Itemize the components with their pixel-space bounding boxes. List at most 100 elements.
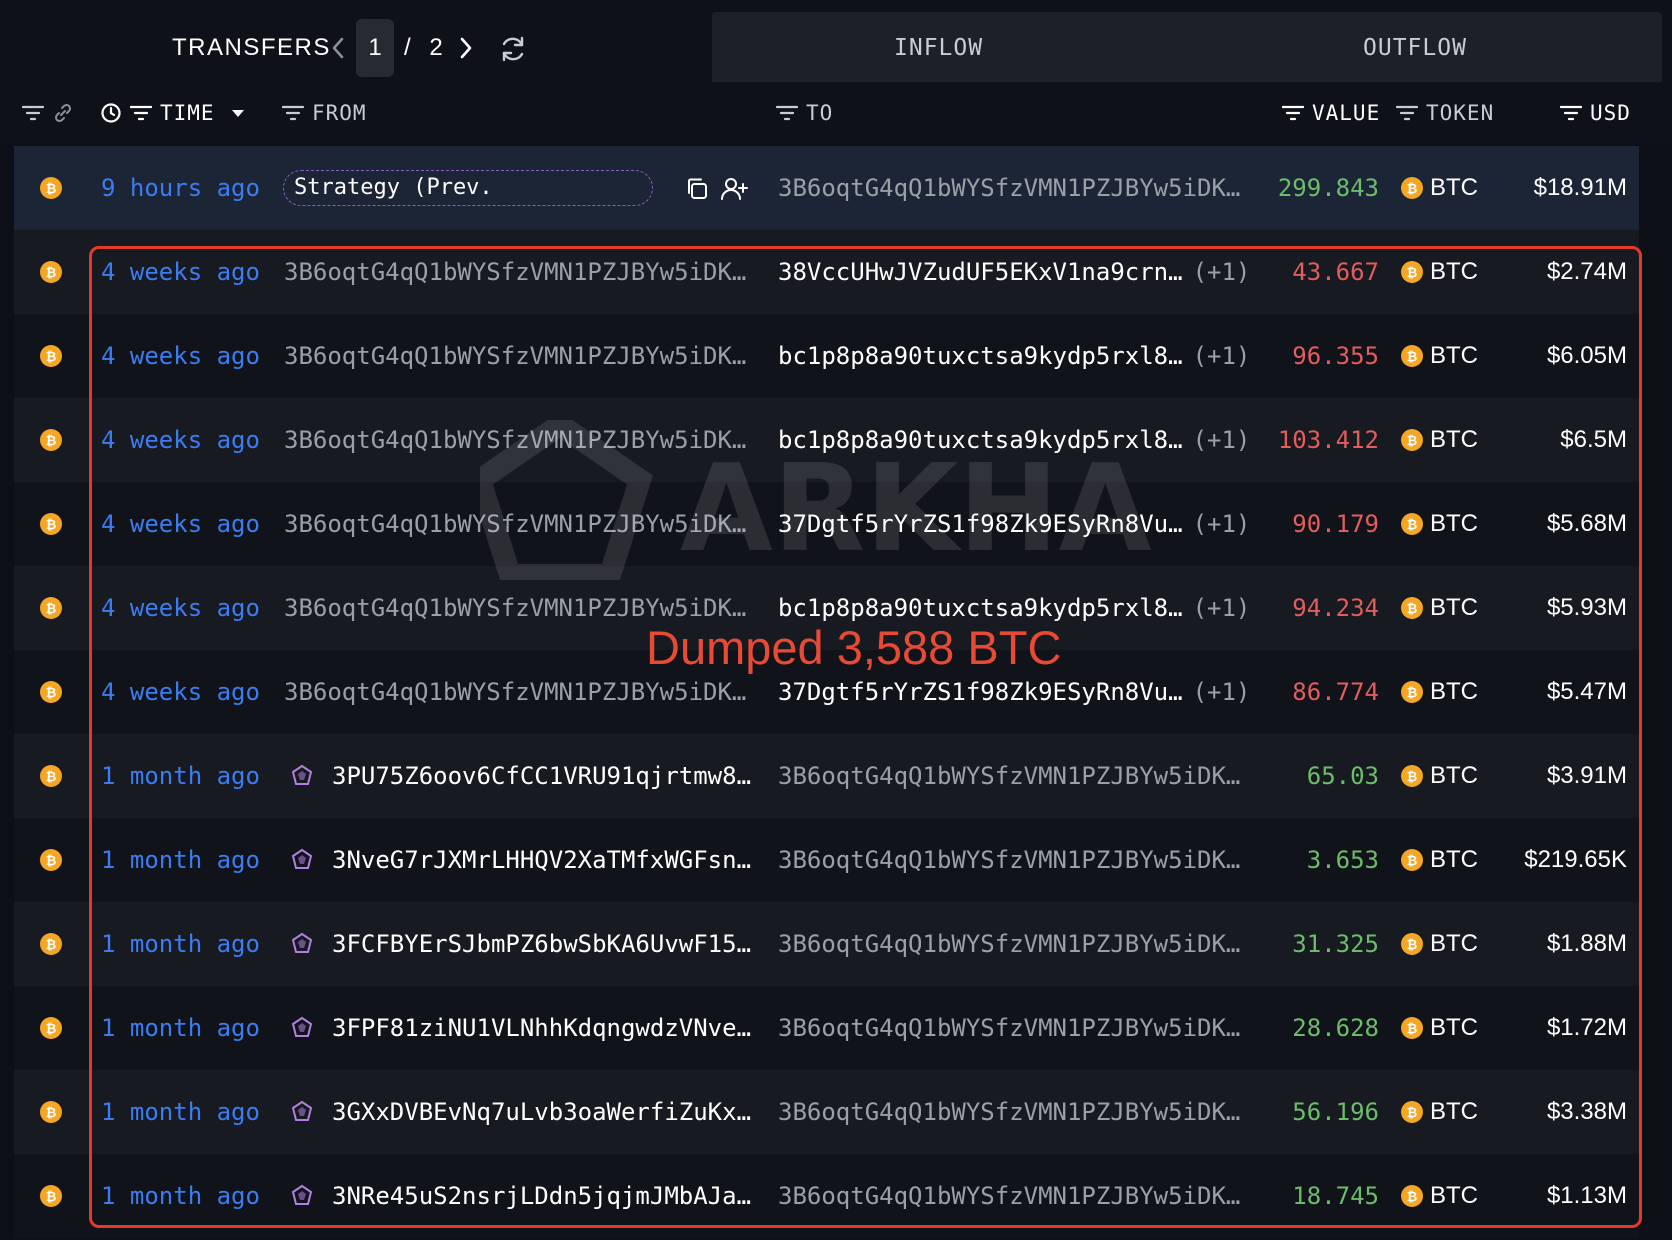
to-address[interactable]: 3B6oqtG4qQ1bWYSfzVMN1PZJBYw5iDK…: [778, 986, 1240, 1070]
header-token[interactable]: TOKEN: [1396, 98, 1494, 128]
from-address[interactable]: 3PU75Z6oov6CfCC1VRU91qjrtmw8…: [332, 734, 751, 818]
tab-outflow[interactable]: OUTFLOW: [1363, 30, 1467, 66]
header-usd[interactable]: USD: [1560, 98, 1631, 128]
filter-icon[interactable]: [130, 105, 152, 121]
to-address[interactable]: 3B6oqtG4qQ1bWYSfzVMN1PZJBYw5iDK…: [778, 902, 1240, 986]
to-extra-count[interactable]: (+1): [1193, 594, 1251, 622]
from-address[interactable]: 3B6oqtG4qQ1bWYSfzVMN1PZJBYw5iDK…: [284, 230, 746, 314]
table-row[interactable]: ₿ 4 weeks ago 3B6oqtG4qQ1bWYSfzVMN1PZJBYw5…: [14, 398, 1639, 482]
to-address[interactable]: 3B6oqtG4qQ1bWYSfzVMN1PZJBYw5iDK…: [778, 818, 1240, 902]
row-time[interactable]: 4 weeks ago: [101, 230, 260, 314]
to-extra-count[interactable]: (+1): [1193, 342, 1251, 370]
usd-value: $5.93M: [1546, 594, 1627, 621]
row-time[interactable]: 4 weeks ago: [101, 314, 260, 398]
filter-icon[interactable]: [1282, 105, 1304, 121]
to-address[interactable]: 3B6oqtG4qQ1bWYSfzVMN1PZJBYw5iDK…: [778, 1070, 1240, 1154]
to-extra-count[interactable]: (+1): [1193, 258, 1251, 286]
row-time[interactable]: 9 hours ago: [101, 146, 260, 230]
table-row[interactable]: ₿ 4 weeks ago 3B6oqtG4qQ1bWYSfzVMN1PZJBYw5…: [14, 482, 1639, 566]
table-row[interactable]: ₿ 4 weeks ago 3B6oqtG4qQ1bWYSfzVMN1PZJBYw5…: [14, 230, 1639, 314]
to-extra-count[interactable]: (+1): [1193, 678, 1251, 706]
current-page: 1: [368, 34, 382, 61]
table-row[interactable]: ₿ 1 month ago 3FPF81ziNU1VLNhhKdqngwdzVNve…: [14, 986, 1639, 1070]
tab-transfers[interactable]: TRANSFERS: [172, 30, 331, 66]
token-symbol[interactable]: BTC: [1430, 230, 1478, 314]
from-address[interactable]: 3B6oqtG4qQ1bWYSfzVMN1PZJBYw5iDK…: [284, 482, 746, 566]
tab-inflow[interactable]: INFLOW: [894, 30, 983, 66]
from-address[interactable]: 3B6oqtG4qQ1bWYSfzVMN1PZJBYw5iDK…: [284, 314, 746, 398]
row-time[interactable]: 4 weeks ago: [101, 398, 260, 482]
from-address[interactable]: 3NRe45uS2nsrjLDdn5jqjmJMbAJa…: [332, 1154, 751, 1238]
add-user-icon[interactable]: [720, 176, 748, 202]
token-symbol[interactable]: BTC: [1430, 482, 1478, 566]
chevron-left-icon[interactable]: [328, 32, 348, 64]
token-symbol[interactable]: BTC: [1430, 314, 1478, 398]
from-address[interactable]: 3B6oqtG4qQ1bWYSfzVMN1PZJBYw5iDK…: [284, 398, 746, 482]
transfer-value: 18.745: [1292, 1182, 1379, 1210]
from-address[interactable]: 3GXxDVBEvNq7uLvb3oaWerfiZuKx…: [332, 1070, 751, 1154]
header-time-label: TIME: [160, 101, 215, 125]
row-time[interactable]: 1 month ago: [101, 1154, 260, 1238]
to-address[interactable]: 37Dgtf5rYrZS1f98Zk9ESyRn8Vu…: [778, 510, 1183, 538]
btc-token-icon: ₿: [1401, 1017, 1423, 1039]
from-address[interactable]: 3NveG7rJXMrLHHQV2XaTMfxWGFsn…: [332, 818, 751, 902]
link-icon[interactable]: [52, 102, 74, 124]
token-symbol[interactable]: BTC: [1430, 818, 1478, 902]
table-row[interactable]: ₿ 9 hours ago Strategy (Prev. MicroStrateg…: [14, 146, 1639, 230]
from-entity-tag[interactable]: Strategy (Prev. MicroStrategy: [283, 170, 653, 206]
token-symbol[interactable]: BTC: [1430, 986, 1478, 1070]
refresh-icon[interactable]: [498, 34, 528, 64]
row-time[interactable]: 1 month ago: [101, 902, 260, 986]
table-row[interactable]: ₿ 4 weeks ago 3B6oqtG4qQ1bWYSfzVMN1PZJBYw5…: [14, 314, 1639, 398]
copy-icon[interactable]: [684, 176, 710, 202]
row-time[interactable]: 1 month ago: [101, 818, 260, 902]
row-time[interactable]: 1 month ago: [101, 986, 260, 1070]
btc-token-icon: ₿: [1401, 261, 1423, 283]
table-row[interactable]: ₿ 1 month ago 3NRe45uS2nsrjLDdn5jqjmJMbAJa…: [14, 1154, 1639, 1238]
filter-icon[interactable]: [1396, 105, 1418, 121]
filter-icon[interactable]: [776, 105, 798, 121]
to-address[interactable]: 3B6oqtG4qQ1bWYSfzVMN1PZJBYw5iDK…: [778, 734, 1240, 818]
token-symbol[interactable]: BTC: [1430, 734, 1478, 818]
table-row[interactable]: ₿ 1 month ago 3GXxDVBEvNq7uLvb3oaWerfiZuKx…: [14, 1070, 1639, 1154]
to-address[interactable]: bc1p8p8a90tuxctsa9kydp5rxl8…: [778, 426, 1183, 454]
row-time[interactable]: 4 weeks ago: [101, 482, 260, 566]
token-symbol[interactable]: BTC: [1430, 1154, 1478, 1238]
token-symbol[interactable]: BTC: [1430, 146, 1478, 230]
to-address[interactable]: bc1p8p8a90tuxctsa9kydp5rxl8…: [778, 594, 1183, 622]
filter-icon[interactable]: [22, 105, 44, 121]
table-row[interactable]: ₿ 1 month ago 3PU75Z6oov6CfCC1VRU91qjrtmw8…: [14, 734, 1639, 818]
header-time[interactable]: TIME: [100, 98, 247, 128]
to-address[interactable]: 3B6oqtG4qQ1bWYSfzVMN1PZJBYw5iDK…: [778, 146, 1240, 230]
to-address[interactable]: 38VccUHwJVZudUF5EKxV1na9crn…: [778, 258, 1183, 286]
header-from[interactable]: FROM: [282, 98, 367, 128]
token-symbol[interactable]: BTC: [1430, 650, 1478, 734]
filter-icon[interactable]: [1560, 105, 1582, 121]
row-time[interactable]: 4 weeks ago: [101, 650, 260, 734]
row-time[interactable]: 1 month ago: [101, 734, 260, 818]
token-symbol[interactable]: BTC: [1430, 902, 1478, 986]
to-address[interactable]: bc1p8p8a90tuxctsa9kydp5rxl8…: [778, 342, 1183, 370]
filter-icon[interactable]: [282, 105, 304, 121]
token-symbol[interactable]: BTC: [1430, 398, 1478, 482]
chevron-right-icon[interactable]: [456, 32, 476, 64]
row-time[interactable]: 4 weeks ago: [101, 566, 260, 650]
header-token-label: TOKEN: [1426, 101, 1495, 125]
current-page-input[interactable]: 1: [356, 19, 394, 77]
header-to[interactable]: TO: [776, 98, 833, 128]
table-row[interactable]: ₿ 1 month ago 3FCFBYErSJbmPZ6bwSbKA6UvwF15…: [14, 902, 1639, 986]
from-address[interactable]: 3FCFBYErSJbmPZ6bwSbKA6UvwF15…: [332, 902, 751, 986]
to-extra-count[interactable]: (+1): [1193, 426, 1251, 454]
from-address[interactable]: 3FPF81ziNU1VLNhhKdqngwdzVNve…: [332, 986, 751, 1070]
to-address[interactable]: 3B6oqtG4qQ1bWYSfzVMN1PZJBYw5iDK…: [778, 1154, 1240, 1238]
to-address[interactable]: 37Dgtf5rYrZS1f98Zk9ESyRn8Vu…: [778, 678, 1183, 706]
token-symbol[interactable]: BTC: [1430, 1070, 1478, 1154]
table-row[interactable]: ₿ 1 month ago 3NveG7rJXMrLHHQV2XaTMfxWGFsn…: [14, 818, 1639, 902]
bitcoin-chain-icon: ₿: [40, 1101, 62, 1123]
row-time[interactable]: 1 month ago: [101, 1070, 260, 1154]
to-cell: bc1p8p8a90tuxctsa9kydp5rxl8… (+1): [778, 398, 1250, 482]
token-symbol[interactable]: BTC: [1430, 566, 1478, 650]
to-extra-count[interactable]: (+1): [1193, 510, 1251, 538]
sort-desc-icon[interactable]: [229, 107, 247, 119]
header-value[interactable]: VALUE: [1282, 98, 1380, 128]
